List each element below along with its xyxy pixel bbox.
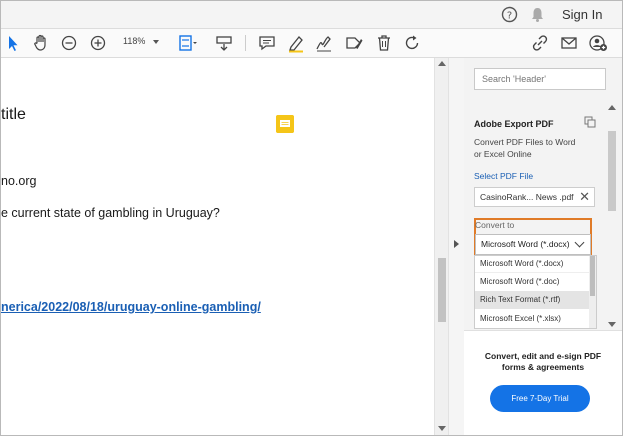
format-select[interactable]: Microsoft Word (*.docx) [475,234,591,255]
toolbar-divider [245,35,246,51]
convert-to-label: Convert to [475,220,515,230]
format-option-rtf[interactable]: Rich Text Format (*.rtf) [475,291,590,309]
rotate-icon[interactable] [402,33,422,53]
bell-icon[interactable] [529,6,546,23]
scroll-down-icon[interactable] [438,426,446,431]
zoom-in-icon[interactable] [88,33,108,53]
collapse-panel-icon[interactable] [454,240,459,248]
panel-scroll-thumb[interactable] [608,131,616,211]
free-trial-button[interactable]: Free 7-Day Trial [490,385,590,412]
format-option-doc[interactable]: Microsoft Word (*.doc) [475,272,590,290]
sign-icon[interactable] [314,33,334,53]
panel-scrollbar[interactable] [607,103,617,329]
tools-panel: Adobe Export PDF Convert PDF Files to Wo… [464,58,622,435]
scroll-up-icon[interactable] [438,61,446,66]
search-input[interactable] [474,68,606,90]
top-bar: ? Sign In [1,1,622,29]
doc-link[interactable]: nerica/2022/08/18/uruguay-online-gamblin… [1,300,261,314]
doc-domain-fragment: no.org [1,174,37,188]
document-scrollbar[interactable] [434,58,449,435]
comment-icon[interactable] [257,33,277,53]
hand-tool-icon[interactable] [31,33,51,53]
promo-line1: Convert, edit and e-sign PDF [484,351,602,361]
doc-title-fragment: title [1,106,26,123]
format-option-xlsx[interactable]: Microsoft Excel (*.xlsx) [475,310,590,328]
promo-text: Convert, edit and e-sign PDF forms & agr… [474,351,612,373]
add-user-icon[interactable] [588,33,608,53]
chevron-down-icon[interactable] [574,237,585,248]
file-name: CasinoRank... News .pdf [480,192,574,202]
acrobat-window: ? Sign In 118% title no.org e current st… [0,0,623,436]
zoom-level[interactable]: 118% [123,36,145,46]
zoom-caret-icon[interactable] [153,40,159,44]
export-description-line1: Convert PDF Files to Word [474,137,576,147]
page-fit-icon[interactable] [177,33,197,53]
zoom-out-icon[interactable] [59,33,79,53]
export-description-line2: or Excel Online [474,149,532,159]
document-scroll-thumb[interactable] [438,258,446,322]
format-dropdown-list: Microsoft Word (*.docx) Microsoft Word (… [474,255,597,329]
share-link-icon[interactable] [530,33,550,53]
selected-file-field[interactable]: CasinoRank... News .pdf ✕ [474,187,595,207]
format-option-docx[interactable]: Microsoft Word (*.docx) [475,256,590,273]
promo-line2: forms & agreements [501,362,585,372]
promo-section: Convert, edit and e-sign PDF forms & agr… [464,330,622,435]
doc-question-fragment: e current state of gambling in Uruguay? [1,206,220,220]
copy-icon[interactable] [584,116,596,128]
remove-file-icon[interactable]: ✕ [579,188,590,206]
selected-format: Microsoft Word (*.docx) [481,239,570,249]
sign-in-link[interactable]: Sign In [562,7,602,22]
panel-collapse-strip[interactable] [448,58,464,435]
highlight-pen-icon[interactable] [286,33,306,53]
select-pdf-link[interactable]: Select PDF File [474,171,533,181]
sticky-note-icon[interactable] [276,115,294,133]
export-pdf-title: Adobe Export PDF [474,119,554,129]
svg-text:?: ? [507,11,512,22]
email-icon[interactable] [559,33,579,53]
panel-scroll-down-icon[interactable] [608,322,616,327]
help-icon[interactable]: ? [501,6,518,23]
select-tool-icon[interactable] [3,33,23,53]
document-page: title no.org e current state of gambling… [1,58,434,435]
scroll-mode-icon[interactable] [214,33,234,53]
edit-tag-icon[interactable] [344,33,364,53]
panel-scroll-up-icon[interactable] [608,105,616,110]
toolbar: 118% [1,29,622,58]
dropdown-scroll-thumb[interactable] [590,256,595,296]
dropdown-scrollbar[interactable] [589,256,596,328]
delete-icon[interactable] [374,33,394,53]
